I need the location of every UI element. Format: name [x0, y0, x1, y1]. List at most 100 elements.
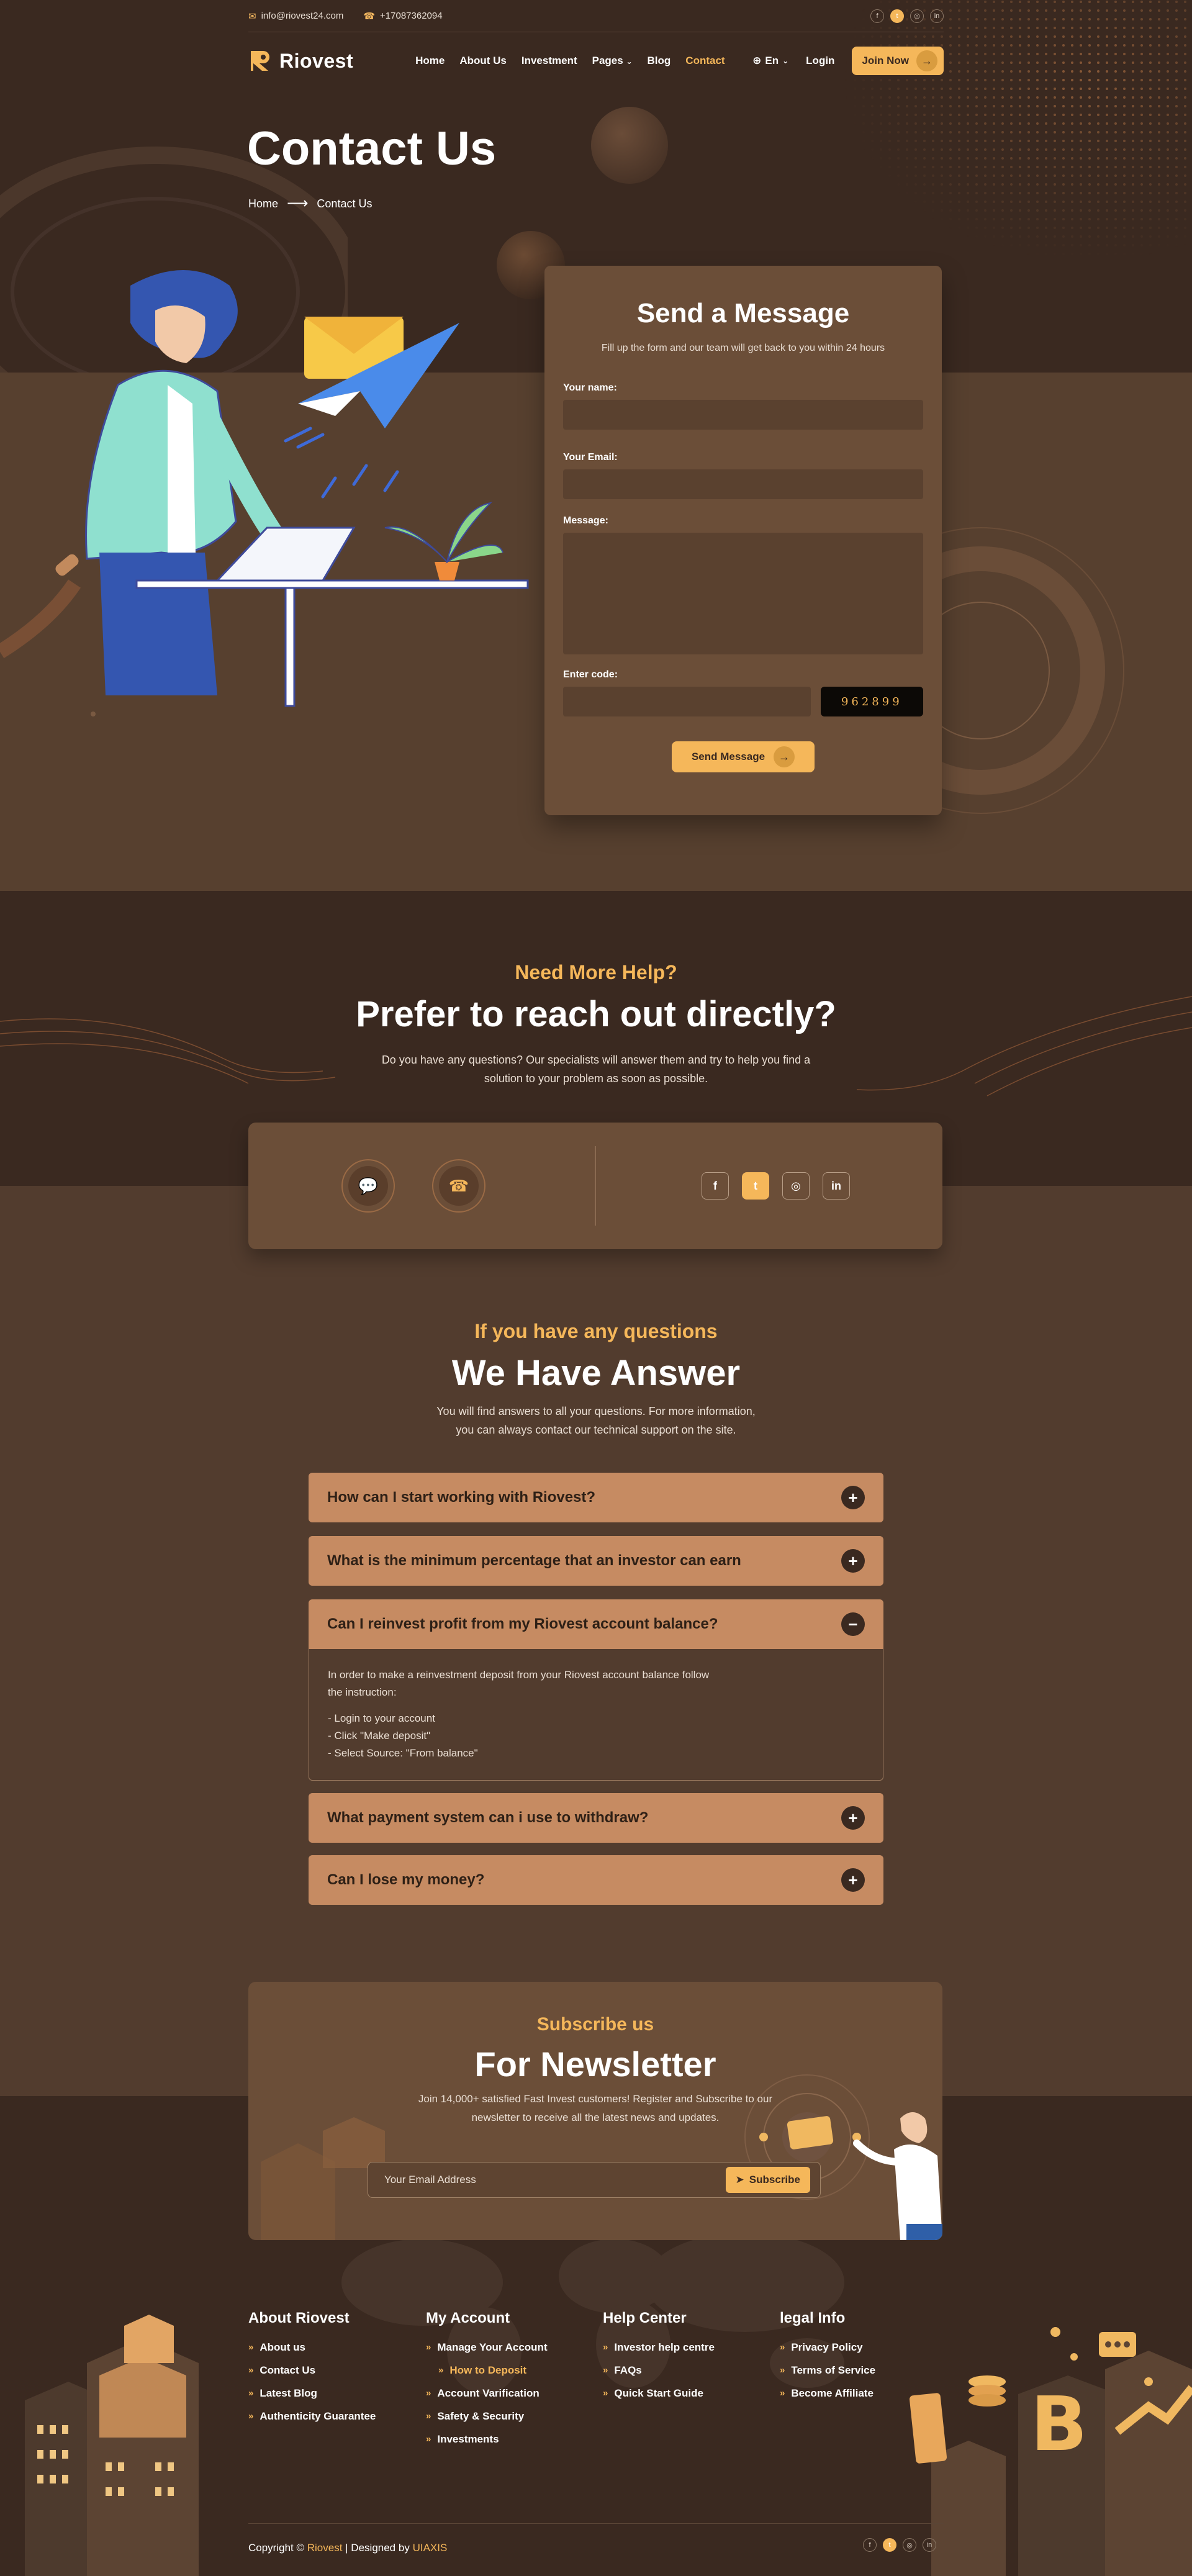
footer-link-hover[interactable]: » How to Deposit: [426, 2359, 548, 2382]
code-label: Enter code:: [563, 669, 618, 680]
instagram-icon[interactable]: ◎: [782, 1172, 810, 1200]
nav-blog[interactable]: Blog: [648, 55, 671, 67]
faq-item-open[interactable]: Can I reinvest profit from my Riovest ac…: [309, 1599, 883, 1649]
logo-text: Riovest: [279, 49, 354, 72]
footer-col-title: Help Center: [603, 2310, 687, 2326]
footer-link[interactable]: » Quick Start Guide: [603, 2382, 715, 2405]
faq-question: Can I lose my money?: [327, 1871, 485, 1888]
plus-icon[interactable]: +: [841, 1806, 865, 1830]
phone-icon: ☎: [439, 1166, 479, 1206]
captcha-input[interactable]: [563, 687, 811, 716]
footer-link[interactable]: » Account Varification: [426, 2382, 548, 2405]
phone-contact[interactable]: ☎ +17087362094: [363, 11, 442, 22]
footer-link[interactable]: » Latest Blog: [248, 2382, 376, 2405]
language-select[interactable]: ⊕ En ⌄: [752, 55, 788, 67]
nav-investment[interactable]: Investment: [522, 55, 577, 67]
answer-step: - Click "Make deposit": [328, 1730, 431, 1742]
help-heading: Prefer to reach out directly?: [356, 994, 836, 1034]
footer-link[interactable]: » Manage Your Account: [426, 2336, 548, 2359]
subscribe-button[interactable]: ➤ Subscribe: [725, 2167, 810, 2193]
faq-text-line: you can always contact our technical sup…: [456, 1424, 736, 1436]
linkedin-icon[interactable]: in: [823, 1172, 850, 1200]
chat-contact[interactable]: 💬: [341, 1159, 395, 1213]
faq-answer: In order to make a reinvestment deposit …: [309, 1649, 883, 1781]
logo-mark-icon: [251, 51, 269, 71]
plus-icon[interactable]: +: [841, 1486, 865, 1509]
footer-link[interactable]: » About us: [248, 2336, 376, 2359]
logo[interactable]: Riovest: [248, 48, 353, 73]
chevron-right-icon: »: [248, 2411, 254, 2421]
footer-col-account: My Account » Manage Your Account » How to …: [426, 2310, 548, 2451]
footer-link[interactable]: » Authenticity Guarantee: [248, 2405, 376, 2428]
footer-link[interactable]: » Investments: [426, 2428, 548, 2451]
chevron-right-icon: »: [248, 2342, 254, 2352]
email-field[interactable]: [563, 469, 923, 499]
nav-contact[interactable]: Contact: [685, 55, 725, 67]
faq-text-line: You will find answers to all your questi…: [436, 1405, 756, 1417]
send-message-button[interactable]: Send Message →: [672, 741, 815, 772]
chevron-right-icon: »: [426, 2411, 431, 2421]
facebook-icon[interactable]: f: [863, 2538, 877, 2552]
designer-link[interactable]: UIAXIS: [413, 2542, 448, 2554]
plus-icon[interactable]: +: [841, 1868, 865, 1892]
linkedin-icon[interactable]: in: [930, 9, 944, 23]
footer-link-label: How to Deposit: [449, 2364, 527, 2376]
nav-right: ⊕ En ⌄ Login Join Now →: [752, 47, 944, 75]
answer-step: - Login to your account: [328, 1712, 435, 1724]
copyright: Copyright © Riovest | Designed by UIAXIS: [248, 2542, 447, 2554]
footer-link[interactable]: » FAQs: [603, 2359, 715, 2382]
email-contact[interactable]: ✉ info@riovest24.com: [248, 11, 343, 22]
help-text-line: solution to your problem as soon as poss…: [484, 1072, 708, 1085]
divider: [595, 1146, 596, 1226]
newsletter-email-input[interactable]: Your Email Address ➤ Subscribe: [368, 2162, 821, 2198]
linkedin-icon[interactable]: in: [923, 2538, 936, 2552]
faq-item[interactable]: Can I lose my money? +: [309, 1855, 883, 1905]
twitter-icon[interactable]: t: [890, 9, 904, 23]
breadcrumb-home[interactable]: Home: [248, 197, 278, 210]
footer-col-title: About Riovest: [248, 2310, 350, 2326]
phone-contact-circle[interactable]: ☎: [432, 1159, 485, 1213]
footer-col-about: About Riovest » About us » Contact Us » Lat…: [248, 2310, 376, 2428]
footer-link[interactable]: » Privacy Policy: [780, 2336, 875, 2359]
twitter-icon[interactable]: t: [883, 2538, 896, 2552]
name-field[interactable]: [563, 400, 923, 430]
chevron-right-icon: »: [780, 2342, 785, 2352]
faq-item[interactable]: What payment system can i use to withdra…: [309, 1793, 883, 1843]
footer-link-label: Authenticity Guarantee: [260, 2410, 376, 2422]
instagram-icon[interactable]: ◎: [910, 9, 924, 23]
subscribe-label: Subscribe: [749, 2174, 800, 2185]
instagram-icon[interactable]: ◎: [903, 2538, 916, 2552]
faq-heading: We Have Answer: [451, 1353, 741, 1393]
twitter-icon[interactable]: t: [742, 1172, 769, 1200]
dotted-globe-decoration: [844, 0, 1192, 261]
faq-question: How can I start working with Riovest?: [327, 1489, 596, 1506]
copyright-brand-link[interactable]: Riovest: [307, 2542, 343, 2554]
nav-pages[interactable]: Pages ⌄: [592, 55, 633, 67]
join-now-button[interactable]: Join Now →: [852, 47, 944, 75]
minus-icon[interactable]: −: [841, 1612, 865, 1636]
footer-link[interactable]: » Become Affiliate: [780, 2382, 875, 2405]
footer-link[interactable]: » Contact Us: [248, 2359, 376, 2382]
footer-link-label: Latest Blog: [260, 2387, 317, 2399]
facebook-icon[interactable]: f: [702, 1172, 729, 1200]
login-link[interactable]: Login: [806, 55, 834, 67]
footer-link[interactable]: » Investor help centre: [603, 2336, 715, 2359]
faq-item[interactable]: What is the minimum percentage that an i…: [309, 1536, 883, 1586]
chevron-down-icon: ⌄: [782, 56, 789, 65]
captcha-image: 962899: [820, 687, 923, 716]
globe-icon: ⊕: [752, 55, 762, 66]
footer-col-title: legal Info: [780, 2310, 846, 2326]
nav-home[interactable]: Home: [415, 55, 445, 67]
chevron-down-icon: ⌄: [626, 57, 633, 66]
facebook-icon[interactable]: f: [870, 9, 884, 23]
footer-link[interactable]: » Safety & Security: [426, 2405, 548, 2428]
footer-link-label: Investments: [437, 2433, 499, 2445]
message-field[interactable]: [563, 533, 923, 654]
answer-step: - Select Source: "From balance": [328, 1747, 478, 1759]
plus-icon[interactable]: +: [841, 1549, 865, 1573]
footer-link-label: Investor help centre: [614, 2341, 715, 2353]
footer-col-title: My Account: [426, 2310, 510, 2326]
nav-about[interactable]: About Us: [459, 55, 507, 67]
footer-link[interactable]: » Terms of Service: [780, 2359, 875, 2382]
faq-item[interactable]: How can I start working with Riovest? +: [309, 1473, 883, 1522]
